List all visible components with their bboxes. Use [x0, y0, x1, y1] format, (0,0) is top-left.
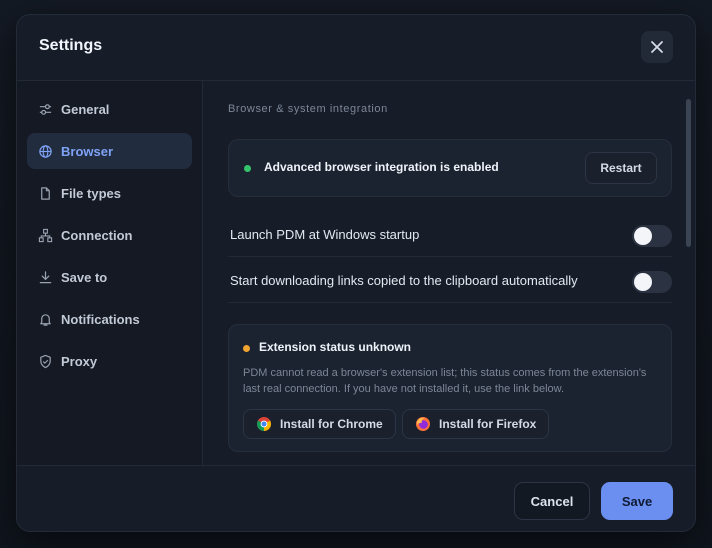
- integration-status-text: Advanced browser integration is enabled: [264, 160, 499, 174]
- settings-sidebar: General Browser File types Connection Sa…: [17, 81, 203, 465]
- sidebar-item-save-to[interactable]: Save to: [27, 259, 192, 295]
- sidebar-item-browser[interactable]: Browser: [27, 133, 192, 169]
- toggle-label: Launch PDM at Windows startup: [230, 227, 420, 242]
- extension-status-description: PDM cannot read a browser's extension li…: [243, 367, 647, 395]
- network-icon: [37, 227, 53, 243]
- clipboard-toggle[interactable]: [632, 271, 672, 293]
- download-icon: [37, 269, 53, 285]
- install-chrome-button[interactable]: Install for Chrome: [243, 409, 396, 439]
- dialog-title: Settings: [39, 37, 103, 54]
- dialog-header: Settings: [17, 15, 695, 81]
- sliders-icon: [37, 101, 53, 117]
- install-firefox-label: Install for Firefox: [439, 417, 537, 431]
- sidebar-item-label: Connection: [61, 227, 133, 243]
- dialog-footer: Cancel Save: [17, 465, 695, 531]
- shield-icon: [37, 353, 53, 369]
- cancel-button[interactable]: Cancel: [514, 482, 590, 520]
- sidebar-item-label: Browser: [61, 143, 114, 159]
- extension-status-title: Extension status unknown: [259, 340, 412, 354]
- install-chrome-label: Install for Chrome: [280, 417, 383, 431]
- sidebar-item-file-types[interactable]: File types: [27, 175, 192, 211]
- restart-button[interactable]: Restart: [585, 152, 657, 184]
- sidebar-item-label: Save to: [61, 269, 108, 285]
- install-firefox-button[interactable]: Install for Firefox: [402, 409, 550, 439]
- chrome-icon: [257, 417, 271, 431]
- integration-status-card: Advanced browser integration is enabled …: [228, 139, 672, 197]
- toggle-row-startup: Launch PDM at Windows startup: [228, 213, 672, 257]
- sidebar-item-connection[interactable]: Connection: [27, 217, 192, 253]
- sidebar-item-notifications[interactable]: Notifications: [27, 301, 192, 337]
- sidebar-item-label: Notifications: [61, 311, 140, 327]
- settings-dialog: Settings General Browser File types Conn…: [16, 14, 696, 532]
- close-button[interactable]: [641, 31, 673, 63]
- bell-icon: [37, 311, 53, 327]
- sidebar-item-label: General: [61, 101, 110, 117]
- globe-icon: [37, 143, 53, 159]
- sidebar-item-proxy[interactable]: Proxy: [27, 343, 192, 379]
- settings-content: Browser & system integration Advanced br…: [204, 81, 695, 465]
- sidebar-item-label: File types: [61, 185, 121, 201]
- content-scrollbar[interactable]: [686, 99, 691, 247]
- section-label: Browser & system integration: [228, 103, 388, 115]
- toggle-label: Start downloading links copied to the cl…: [230, 273, 578, 288]
- sidebar-item-general[interactable]: General: [27, 91, 192, 127]
- file-icon: [37, 185, 53, 201]
- sidebar-item-label: Proxy: [61, 353, 98, 369]
- status-dot: [243, 345, 250, 352]
- close-icon: [651, 41, 663, 53]
- toggle-row-clipboard: Start downloading links copied to the cl…: [228, 259, 672, 303]
- status-dot: [244, 165, 251, 172]
- extension-status-card: Extension status unknown PDM cannot read…: [228, 324, 672, 452]
- firefox-icon: [416, 417, 430, 431]
- save-button[interactable]: Save: [601, 482, 673, 520]
- toggle-knob: [634, 227, 652, 245]
- toggle-knob: [634, 273, 652, 291]
- startup-toggle[interactable]: [632, 225, 672, 247]
